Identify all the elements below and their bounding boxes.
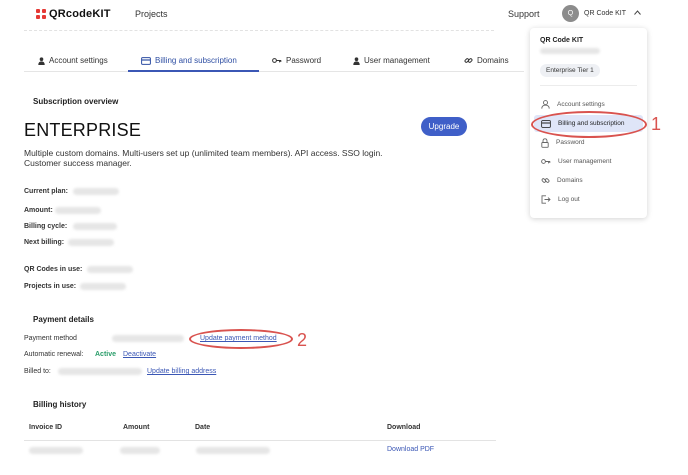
download-pdf-link[interactable]: Download PDF [387, 446, 434, 453]
projects-in-use-label: Projects in use: [24, 283, 77, 290]
user-menu-toggle[interactable]: Q QR Code KIT [562, 5, 641, 22]
dropdown-email-redacted [540, 48, 600, 54]
dropdown-item-log-out[interactable]: Log out [530, 191, 647, 208]
settings-tabs: Account settings Billing and subscriptio… [24, 50, 524, 72]
payment-method-label: Payment method [24, 335, 77, 342]
tab-password[interactable]: Password [272, 56, 321, 65]
dropdown-item-label: Password [556, 139, 585, 146]
user-icon [541, 100, 550, 109]
amount-label: Amount: [24, 207, 53, 214]
tab-account-settings[interactable]: Account settings [38, 56, 108, 65]
nav-support-link[interactable]: Support [508, 9, 540, 19]
billed-to-label: Billed to: [24, 368, 51, 375]
user-icon [38, 56, 45, 65]
plan-tier-badge: Enterprise Tier 1 [540, 64, 600, 77]
nav-projects-link[interactable]: Projects [135, 9, 168, 19]
link-icon [541, 178, 550, 183]
annotation-number-2: 2 [297, 330, 308, 350]
dropdown-account-name: QR Code KIT [540, 37, 584, 44]
dropdown-item-label: Domains [557, 177, 583, 184]
chevron-up-icon [634, 10, 641, 17]
automatic-renewal-label: Automatic renewal: [24, 351, 84, 358]
payment-method-value-redacted [112, 335, 184, 342]
column-date: Date [195, 424, 211, 431]
key-icon [272, 58, 282, 63]
next-billing-label: Next billing: [24, 239, 65, 246]
subscription-overview-title: Subscription overview [33, 97, 119, 106]
qr-codes-in-use-value-redacted [87, 266, 133, 273]
top-bar: QRcodeKIT Projects Support Q QR Code KIT [0, 0, 688, 30]
user-icon [353, 56, 360, 65]
column-invoice-id: Invoice ID [29, 424, 63, 431]
deactivate-link[interactable]: Deactivate [123, 351, 156, 358]
renewal-status-badge: Active [95, 351, 117, 358]
logout-icon [541, 195, 551, 204]
billing-cycle-label: Billing cycle: [24, 223, 68, 230]
invoice-id-redacted [29, 447, 83, 454]
dropdown-item-label: Account settings [557, 101, 605, 108]
dropdown-item-label: User management [558, 158, 612, 165]
date-redacted [196, 447, 270, 454]
plan-name: ENTERPRISE [24, 120, 142, 140]
credit-card-icon [141, 56, 151, 65]
update-billing-address-link[interactable]: Update billing address [147, 368, 216, 375]
logo-text: QRcodeKIT [49, 8, 111, 20]
key-icon [541, 159, 551, 164]
logo-icon [36, 9, 46, 19]
tab-billing-and-subscription[interactable]: Billing and subscription [141, 56, 237, 65]
tab-user-management[interactable]: User management [353, 56, 430, 65]
dropdown-item-label: Log out [558, 196, 580, 203]
next-billing-value-redacted [68, 239, 114, 246]
billing-history-title: Billing history [33, 400, 87, 409]
tab-label: Account settings [49, 56, 108, 65]
tab-label: Password [286, 56, 322, 65]
amount-redacted [120, 447, 160, 454]
tab-label: Domains [477, 56, 509, 65]
billing-cycle-value-redacted [73, 223, 117, 230]
column-download: Download [387, 424, 421, 431]
table-header-divider [24, 440, 496, 441]
link-icon [464, 58, 473, 63]
avatar: Q [562, 5, 579, 22]
annotation-oval-update-payment [189, 329, 293, 349]
tab-domains[interactable]: Domains [464, 56, 509, 65]
column-amount: Amount [123, 424, 150, 431]
active-tab-indicator [128, 70, 259, 72]
dropdown-item-user-management[interactable]: User management [530, 153, 647, 170]
annotation-oval-billing [531, 111, 647, 138]
current-plan-value-redacted [73, 188, 119, 195]
projects-in-use-value-redacted [80, 283, 126, 290]
current-plan-label: Current plan: [24, 188, 68, 195]
user-name: QR Code KIT [584, 10, 627, 17]
top-divider [24, 30, 494, 31]
upgrade-button[interactable]: Upgrade [421, 117, 467, 136]
annotation-number-1: 1 [651, 114, 662, 134]
lock-icon [541, 137, 549, 148]
tab-label: Billing and subscription [155, 56, 237, 65]
tab-label: User management [364, 56, 430, 65]
plan-description: Multiple custom domains. Multi-users set… [24, 148, 383, 168]
dropdown-divider [540, 85, 637, 86]
logo[interactable]: QRcodeKIT [36, 8, 111, 20]
qr-codes-in-use-label: QR Codes in use: [24, 266, 83, 273]
billed-to-value-redacted [58, 368, 142, 375]
payment-details-title: Payment details [33, 315, 94, 324]
amount-value-redacted [55, 207, 101, 214]
dropdown-item-domains[interactable]: Domains [530, 172, 647, 189]
